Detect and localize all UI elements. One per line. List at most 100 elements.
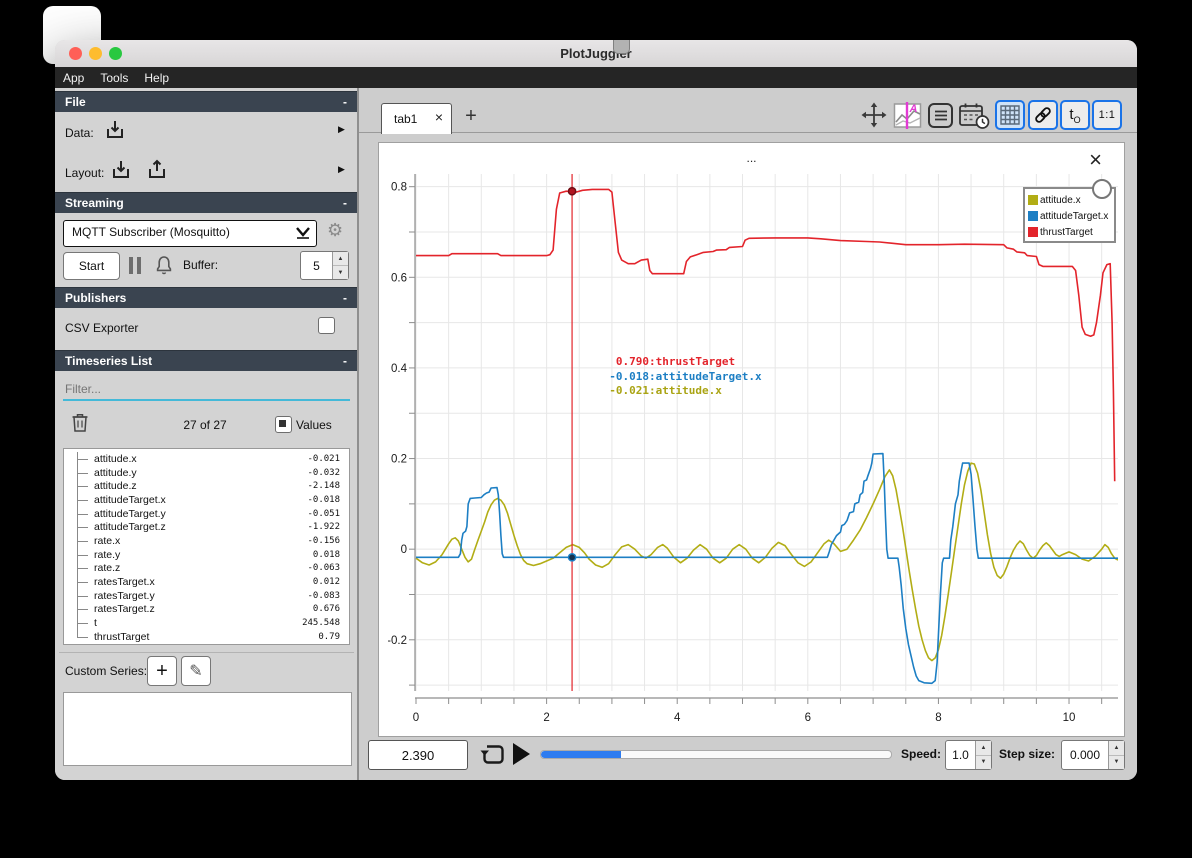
close-tab-icon[interactable]: × <box>435 109 443 125</box>
load-data-icon[interactable] <box>103 118 127 142</box>
layout-menu-arrow-icon[interactable]: ▶ <box>338 164 345 175</box>
time-slider-handle[interactable] <box>612 40 630 54</box>
plot-canvas[interactable]: 0.8 0.6 0.4 0.2 0 -0.2 0 2 4 6 8 10 <box>388 174 1118 736</box>
timeseries-row[interactable]: attitudeTarget.x -0.018 <box>64 493 349 507</box>
series-value: -0.018 <box>307 494 340 505</box>
buffer-stepper[interactable]: ▲ ▼ <box>332 252 348 279</box>
series-count: 27 of 27 <box>183 418 227 432</box>
series-name: attitude.x <box>94 452 137 465</box>
series-name: attitudeTarget.y <box>94 507 166 520</box>
timeseries-row[interactable]: t 245.548 <box>64 616 349 630</box>
menu-app[interactable]: App <box>55 71 92 85</box>
step-size-spinbox[interactable]: 0.000 ▲ ▼ <box>1061 740 1125 770</box>
timeseries-row[interactable]: attitudeTarget.y -0.051 <box>64 506 349 521</box>
load-layout-icon[interactable] <box>109 158 133 182</box>
step-size-stepper[interactable]: ▲ ▼ <box>1108 741 1124 769</box>
step-size-label: Step size: <box>999 747 1056 761</box>
move-pan-icon[interactable] <box>860 101 888 129</box>
streaming-settings-gear-icon[interactable]: ⚙ <box>327 220 343 241</box>
custom-series-label: Custom Series: <box>65 664 148 678</box>
streaming-section-header[interactable]: Streaming - <box>55 192 357 213</box>
data-menu-arrow-icon[interactable]: ▶ <box>338 124 345 135</box>
values-checkbox[interactable] <box>275 416 292 433</box>
link-time-button[interactable] <box>1028 100 1058 130</box>
svg-text:0: 0 <box>413 712 419 724</box>
tracker-tooltip: 0.790 : thrustTarget -0.018 : attitudeTar… <box>609 355 762 397</box>
filter-input[interactable] <box>63 376 354 401</box>
svg-text:8: 8 <box>935 712 941 724</box>
menu-bar: App Tools Help <box>55 67 1137 88</box>
plot-title[interactable]: ... <box>379 151 1124 165</box>
timeseries-row[interactable]: thrustTarget 0.79 <box>64 629 349 644</box>
link-icon <box>1035 107 1051 123</box>
datetime-icon[interactable] <box>958 101 990 130</box>
legend-toggle-icon[interactable] <box>1092 179 1112 199</box>
collapse-file-icon[interactable]: - <box>343 92 347 112</box>
file-section-header[interactable]: File - <box>55 91 357 112</box>
delete-series-trash-icon[interactable] <box>71 412 89 433</box>
add-custom-series-button[interactable]: + <box>147 656 177 686</box>
speed-stepper[interactable]: ▲ ▼ <box>975 741 991 769</box>
timeseries-row[interactable]: ratesTarget.x 0.012 <box>64 575 349 589</box>
series-name: attitudeTarget.x <box>94 493 166 506</box>
close-plot-icon[interactable]: × <box>1089 147 1102 173</box>
series-name: attitude.y <box>94 466 137 479</box>
collapse-publishers-icon[interactable]: - <box>343 288 347 308</box>
custom-series-list[interactable] <box>63 692 352 766</box>
buffer-spinbox[interactable]: 5 ▲ ▼ <box>300 251 349 280</box>
list-view-icon[interactable] <box>927 102 954 129</box>
time-offset-button[interactable]: tO <box>1060 100 1090 130</box>
data-label: Data: <box>65 126 94 140</box>
svg-text:0.2: 0.2 <box>391 454 407 466</box>
svg-text:4: 4 <box>674 712 681 724</box>
start-streaming-button[interactable]: Start <box>63 252 120 280</box>
timeseries-row[interactable]: attitude.y -0.032 <box>64 465 349 480</box>
speed-spinbox[interactable]: 1.0 ▲ ▼ <box>945 740 992 770</box>
menu-tools[interactable]: Tools <box>92 71 136 85</box>
timeseries-row[interactable]: attitude.x -0.021 <box>64 452 349 466</box>
current-time-field[interactable]: 2.390 <box>368 740 468 770</box>
svg-text:6: 6 <box>805 712 811 724</box>
timeseries-row[interactable]: attitude.z -2.148 <box>64 479 349 494</box>
publishers-section-header[interactable]: Publishers - <box>55 287 357 308</box>
loop-playback-icon[interactable] <box>479 742 506 767</box>
timeseries-row[interactable]: attitudeTarget.z -1.922 <box>64 520 349 535</box>
timeseries-row[interactable]: rate.z -0.063 <box>64 561 349 576</box>
save-layout-icon[interactable] <box>145 158 169 182</box>
edit-custom-series-button[interactable]: ✎ <box>181 656 211 686</box>
add-tab-button[interactable]: + <box>460 104 482 128</box>
series-name: attitudeTarget.z <box>94 521 166 534</box>
series-value: 0.012 <box>312 577 340 588</box>
collapse-streaming-icon[interactable]: - <box>343 193 347 213</box>
collapse-timeseries-icon[interactable]: - <box>343 351 347 371</box>
legend-entry[interactable]: attitudeTarget.x <box>1028 208 1114 224</box>
tab-tab1[interactable]: tab1 × <box>381 103 452 134</box>
svg-text:0.8: 0.8 <box>391 182 407 194</box>
time-slider-fill <box>541 751 621 758</box>
menu-help[interactable]: Help <box>136 71 177 85</box>
curve-editor-icon[interactable]: A <box>893 101 922 130</box>
legend-entry[interactable]: thrustTarget <box>1028 224 1114 240</box>
time-slider[interactable] <box>540 750 892 759</box>
grid-layout-button[interactable] <box>995 100 1025 130</box>
svg-text:2: 2 <box>543 712 549 724</box>
pause-streaming-icon[interactable] <box>129 257 141 274</box>
notifications-bell-icon[interactable] <box>153 254 175 276</box>
streaming-source-select[interactable]: MQTT Subscriber (Mosquitto) <box>63 220 317 247</box>
plus-icon: + <box>156 659 168 682</box>
timeseries-row[interactable]: ratesTarget.y -0.083 <box>64 588 349 603</box>
legend-color-swatch <box>1028 227 1038 237</box>
series-value: -2.148 <box>307 481 340 492</box>
timeseries-row[interactable]: rate.x -0.156 <box>64 534 349 548</box>
timeseries-list: attitude.x -0.021 attitude.y -0.032 attitude… <box>63 448 350 645</box>
filter-input-wrap <box>63 376 354 401</box>
timeseries-row[interactable]: rate.y 0.018 <box>64 547 349 562</box>
play-button[interactable] <box>513 743 530 765</box>
series-name: ratesTarget.x <box>94 576 155 589</box>
titlebar: PlotJuggler <box>55 40 1137 68</box>
layout-label: Layout: <box>65 166 105 180</box>
timeseries-section-header[interactable]: Timeseries List - <box>55 350 357 371</box>
zoom-actual-button[interactable]: 1:1 <box>1092 100 1122 130</box>
csv-exporter-checkbox[interactable] <box>318 317 335 334</box>
timeseries-row[interactable]: ratesTarget.z 0.676 <box>64 602 349 617</box>
